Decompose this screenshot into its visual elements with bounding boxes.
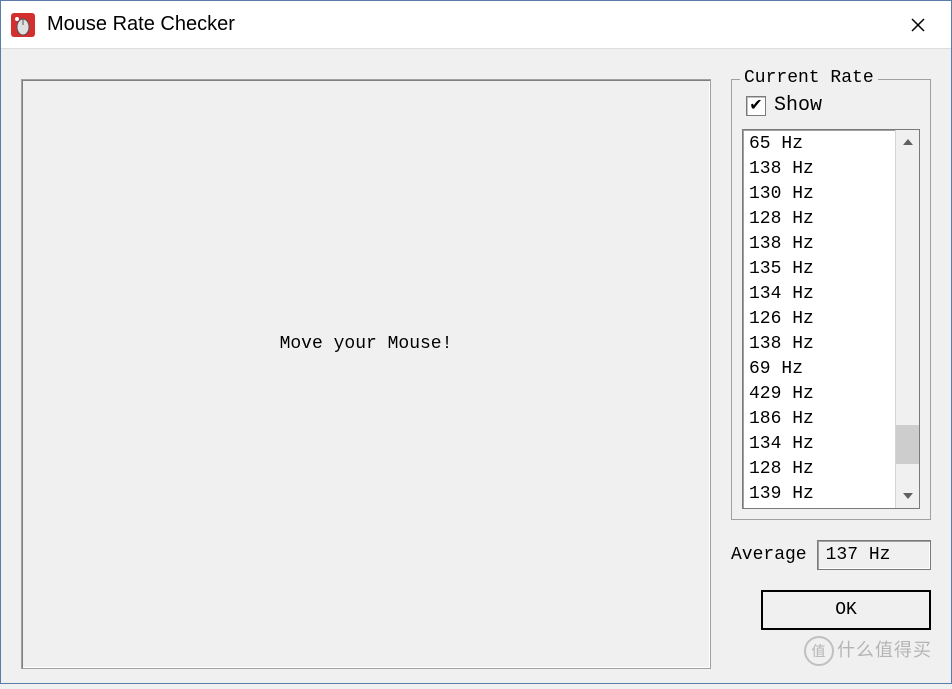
close-button[interactable] xyxy=(893,1,943,49)
current-rate-group: Current Rate ✔ Show 65 Hz 138 Hz 130 Hz … xyxy=(731,79,931,520)
app-window: Mouse Rate Checker Move your Mouse! Curr… xyxy=(0,0,952,684)
scroll-up-icon[interactable] xyxy=(896,130,919,154)
list-item[interactable]: 138 Hz xyxy=(749,332,895,357)
groupbox-label: Current Rate xyxy=(740,68,878,88)
rate-list: 65 Hz 138 Hz 130 Hz 128 Hz 138 Hz 135 Hz… xyxy=(743,130,895,508)
show-checkbox-label: Show xyxy=(774,94,822,117)
show-checkbox[interactable]: ✔ xyxy=(746,96,766,116)
scrollbar[interactable] xyxy=(895,130,919,508)
list-item[interactable]: 138 Hz xyxy=(749,232,895,257)
checkmark-icon: ✔ xyxy=(749,98,762,114)
rate-listbox[interactable]: 65 Hz 138 Hz 130 Hz 128 Hz 138 Hz 135 Hz… xyxy=(742,129,920,509)
list-item[interactable]: 128 Hz xyxy=(749,207,895,232)
scroll-down-icon[interactable] xyxy=(896,484,919,508)
list-item[interactable]: 135 Hz xyxy=(749,257,895,282)
list-item[interactable]: 130 Hz xyxy=(749,182,895,207)
average-row: Average 137 Hz xyxy=(731,540,931,570)
titlebar: Mouse Rate Checker xyxy=(1,1,951,49)
ok-button[interactable]: OK xyxy=(761,590,931,630)
instruction-text: Move your Mouse! xyxy=(280,334,453,354)
ok-button-label: OK xyxy=(835,600,857,620)
list-item[interactable]: 65 Hz xyxy=(749,132,895,157)
list-item[interactable]: 186 Hz xyxy=(749,407,895,432)
app-icon xyxy=(9,11,37,39)
list-item[interactable]: 134 Hz xyxy=(749,282,895,307)
list-item[interactable]: 126 Hz xyxy=(749,307,895,332)
list-item[interactable]: 139 Hz xyxy=(749,482,895,507)
close-icon xyxy=(911,18,925,32)
list-item[interactable]: 138 Hz xyxy=(749,157,895,182)
list-item[interactable]: 134 Hz xyxy=(749,432,895,457)
window-title: Mouse Rate Checker xyxy=(47,13,893,36)
side-panel: Current Rate ✔ Show 65 Hz 138 Hz 130 Hz … xyxy=(731,79,931,669)
content-area: Move your Mouse! Current Rate ✔ Show 65 … xyxy=(1,49,951,689)
list-item[interactable]: 128 Hz xyxy=(749,457,895,482)
average-value: 137 Hz xyxy=(817,540,931,570)
scroll-track[interactable] xyxy=(896,154,919,484)
list-item[interactable]: 429 Hz xyxy=(749,382,895,407)
mouse-tracking-area[interactable]: Move your Mouse! xyxy=(21,79,711,669)
show-checkbox-row: ✔ Show xyxy=(742,94,920,117)
average-label: Average xyxy=(731,545,807,565)
scroll-thumb[interactable] xyxy=(896,425,919,465)
list-item[interactable]: 69 Hz xyxy=(749,357,895,382)
